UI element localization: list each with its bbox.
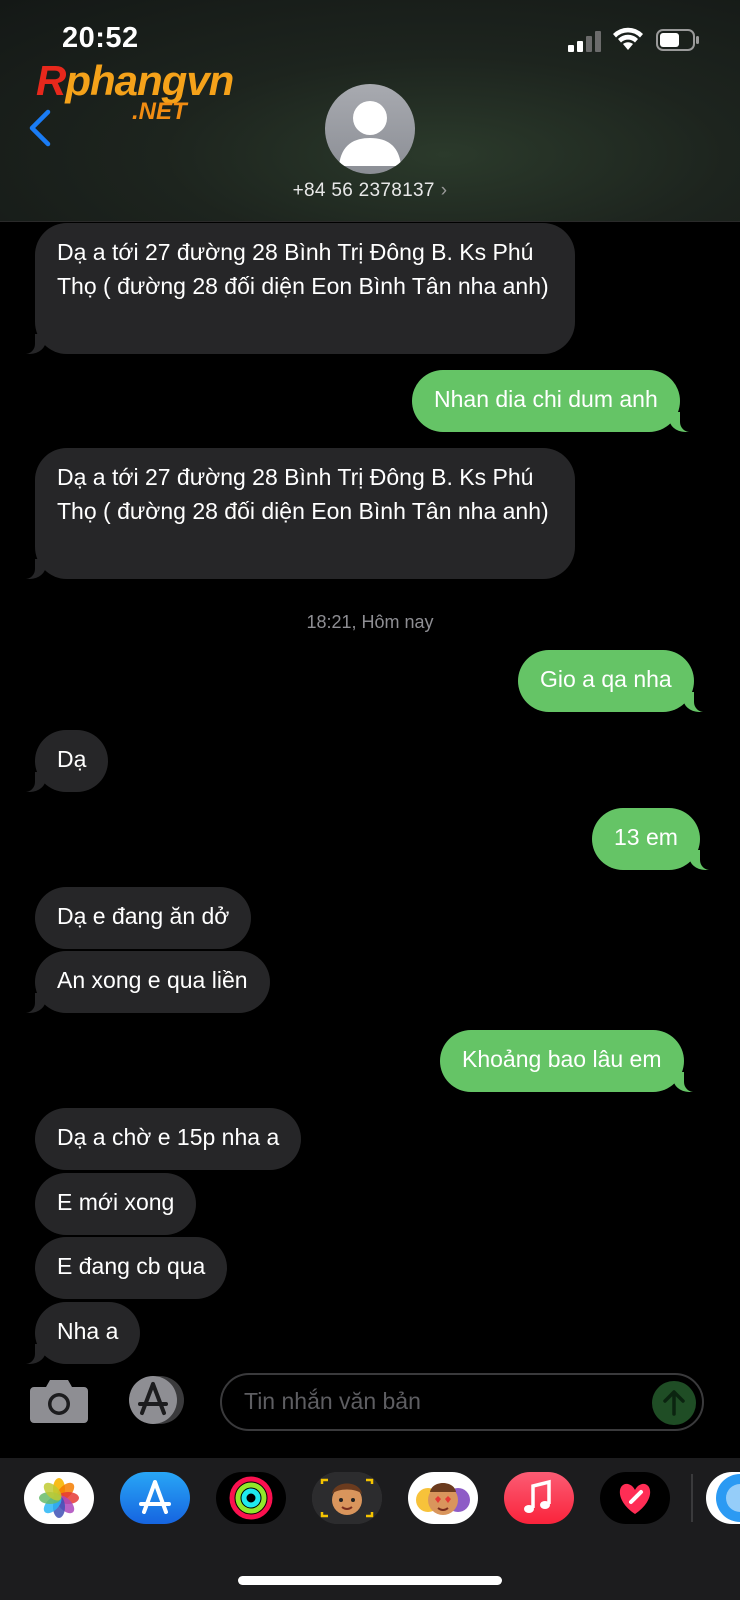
contact-phone[interactable]: +84 56 2378137 › [0, 180, 740, 202]
contact-phone-number: +84 56 2378137 [292, 180, 435, 201]
status-time: 20:52 [62, 22, 139, 54]
music-icon[interactable] [504, 1472, 574, 1524]
drawer-divider [691, 1474, 693, 1522]
arrow-up-icon [663, 1390, 685, 1416]
message-bubble-incoming[interactable]: Dạ e đang ăn dở [35, 887, 252, 949]
message-bubble-incoming[interactable]: Dạ a tới 27 đường 28 Bình Trị Đông B. Ks… [19, 223, 575, 354]
message-bubble-outgoing[interactable]: Khoảng bao lâu em [440, 1030, 699, 1092]
back-chevron-icon[interactable] [24, 108, 56, 148]
more-apps-icon[interactable] [706, 1472, 740, 1524]
animoji-icon[interactable] [408, 1472, 478, 1524]
chevron-right-icon: › [440, 180, 448, 201]
camera-icon[interactable] [30, 1377, 88, 1423]
person-silhouette-icon [339, 101, 401, 166]
send-button[interactable] [652, 1381, 696, 1425]
memoji-icon[interactable] [312, 1472, 382, 1524]
app-store-button-icon[interactable] [124, 1375, 188, 1425]
message-bubble-incoming[interactable]: E mới xong [35, 1173, 197, 1235]
app-store-icon[interactable] [120, 1472, 190, 1524]
timestamp-label: 18:21, Hôm nay [306, 612, 434, 632]
cellular-signal-icon [568, 31, 601, 52]
home-indicator[interactable] [238, 1576, 502, 1585]
watermark-logo: Rphangvn .NET [36, 57, 234, 126]
message-bubble-outgoing[interactable]: Gio a qa nha [518, 650, 710, 712]
digital-touch-icon[interactable] [600, 1472, 670, 1524]
message-bubble-incoming[interactable]: Nha a [18, 1302, 141, 1364]
message-input-placeholder: Tin nhắn văn bản [244, 1388, 421, 1414]
message-bubble-outgoing[interactable]: Nhan dia chi dum anh [412, 370, 696, 432]
message-bubble-incoming[interactable]: Dạ a tới 27 đường 28 Bình Trị Đông B. Ks… [19, 448, 575, 579]
watermark-sub: .NET [132, 98, 187, 125]
app-drawer [0, 1458, 740, 1600]
message-bubble-incoming[interactable]: An xong e qua liền [19, 951, 270, 1013]
message-bubble-incoming[interactable]: Dạ [18, 730, 109, 792]
battery-icon [656, 29, 699, 51]
wifi-icon [613, 27, 643, 50]
message-bubble-outgoing[interactable]: 13 em [592, 808, 716, 870]
activity-icon[interactable] [216, 1472, 286, 1524]
photos-icon[interactable] [24, 1472, 94, 1524]
message-bubble-incoming[interactable]: Dạ a chờ e 15p nha a [35, 1108, 302, 1170]
composer-bar: Tin nhắn văn bản [0, 1373, 740, 1445]
contact-avatar[interactable] [325, 84, 415, 174]
message-bubble-incoming[interactable]: E đang cb qua [35, 1237, 228, 1299]
message-input[interactable]: Tin nhắn văn bản [220, 1373, 704, 1431]
conversation-header: 20:52 Rphangvn .NET +84 56 2378137 › [0, 0, 740, 222]
watermark-main: phangvn [65, 57, 234, 104]
